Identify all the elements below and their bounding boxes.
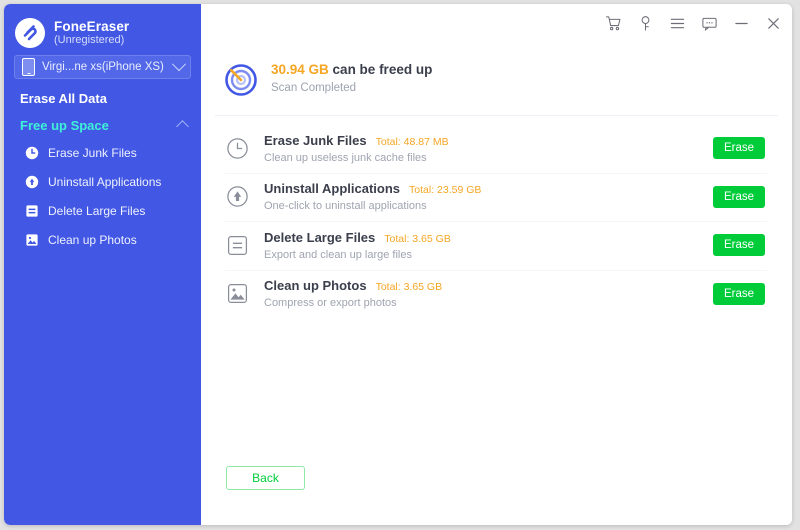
chevron-down-icon bbox=[171, 57, 187, 72]
clock-icon bbox=[25, 146, 39, 160]
device-selector-label: Virgi...ne xs(iPhone XS) bbox=[42, 61, 164, 73]
app-uninstall-icon bbox=[225, 185, 249, 209]
sidebar-item-label: Uninstall Applications bbox=[48, 174, 162, 189]
list-item-text: Uninstall Applications Total: 23.59 GB O… bbox=[264, 181, 713, 212]
list-item-description: Clean up useless junk cache files bbox=[264, 151, 427, 164]
menu-icon[interactable] bbox=[668, 14, 686, 32]
list-item-title: Uninstall Applications bbox=[264, 181, 401, 197]
sidebar-nav-list: Erase Junk Files Uninstall Applications bbox=[4, 138, 201, 254]
file-lines-icon bbox=[25, 204, 39, 218]
list-item-total: Total: 3.65 GB bbox=[375, 281, 443, 294]
list-item[interactable]: Clean up Photos Total: 3.65 GB Compress … bbox=[201, 269, 792, 319]
minimize-icon[interactable] bbox=[732, 14, 750, 32]
erase-button[interactable]: Erase bbox=[713, 137, 765, 160]
sidebar-item-erase-all-data[interactable]: Erase All Data bbox=[4, 86, 201, 110]
chevron-up-icon bbox=[176, 120, 189, 133]
device-selector[interactable]: Virgi...ne xs(iPhone XS) bbox=[14, 55, 191, 79]
list-item-title: Delete Large Files bbox=[264, 229, 376, 245]
list-item[interactable]: Uninstall Applications Total: 23.59 GB O… bbox=[201, 172, 792, 222]
erase-button[interactable]: Erase bbox=[713, 282, 765, 305]
list-item-title: Clean up Photos bbox=[264, 278, 367, 294]
clock-icon bbox=[225, 136, 249, 160]
brand-text: FoneEraser (Unregistered) bbox=[54, 19, 129, 47]
brand-registration-status: (Unregistered) bbox=[54, 34, 125, 47]
list-item-total: Total: 23.59 GB bbox=[409, 184, 482, 197]
close-icon[interactable] bbox=[764, 14, 782, 32]
list-item-text: Erase Junk Files Total: 48.87 MB Clean u… bbox=[264, 133, 713, 164]
list-item-title-line: Erase Junk Files Total: 48.87 MB bbox=[264, 133, 713, 148]
back-button[interactable]: Back bbox=[226, 466, 305, 490]
list-item-title-line: Delete Large Files Total: 3.65 GB bbox=[264, 230, 713, 245]
sidebar-item-delete-large-files[interactable]: Delete Large Files bbox=[4, 196, 201, 225]
list-item[interactable]: Erase Junk Files Total: 48.87 MB Clean u… bbox=[201, 124, 792, 173]
list-item-title-line: Clean up Photos Total: 3.65 GB bbox=[264, 278, 713, 293]
scan-headline: 30.94 GB can be freed up bbox=[271, 62, 432, 77]
erase-button[interactable]: Erase bbox=[713, 185, 765, 208]
list-item-title-line: Uninstall Applications Total: 23.59 GB bbox=[264, 181, 713, 196]
scan-headline-rest: can be freed up bbox=[328, 62, 433, 77]
main-content: 30.94 GB can be freed up Scan Completed bbox=[201, 4, 792, 525]
app-window: FoneEraser (Unregistered) Virgi...ne xs(… bbox=[4, 4, 792, 525]
list-item[interactable]: Delete Large Files Total: 3.65 GB Export… bbox=[201, 221, 792, 270]
sidebar-item-label: Erase Junk Files bbox=[48, 145, 137, 160]
scan-summary: 30.94 GB can be freed up Scan Completed bbox=[224, 61, 432, 97]
sidebar-item-label: Clean up Photos bbox=[48, 232, 137, 247]
cart-icon[interactable] bbox=[604, 14, 622, 32]
list-item-total: Total: 48.87 MB bbox=[375, 135, 449, 148]
cleanup-list: Erase Junk Files Total: 48.87 MB Clean u… bbox=[201, 124, 792, 318]
photo-icon bbox=[225, 282, 249, 306]
list-item-title: Erase Junk Files bbox=[264, 132, 367, 148]
header-divider bbox=[215, 115, 778, 116]
sidebar-item-erase-junk-files[interactable]: Erase Junk Files bbox=[4, 138, 201, 167]
file-lines-icon bbox=[225, 233, 249, 257]
titlebar-controls bbox=[604, 14, 782, 32]
sidebar-item-label: Delete Large Files bbox=[48, 203, 146, 218]
app-uninstall-icon bbox=[25, 175, 39, 189]
radar-scan-icon bbox=[224, 63, 258, 97]
feedback-icon[interactable] bbox=[700, 14, 718, 32]
scan-status: Scan Completed bbox=[271, 82, 357, 94]
photo-icon bbox=[25, 233, 39, 247]
list-item-description: Compress or export photos bbox=[264, 297, 397, 310]
erase-button[interactable]: Erase bbox=[713, 234, 765, 257]
list-item-text: Clean up Photos Total: 3.65 GB Compress … bbox=[264, 278, 713, 309]
sidebar-item-label: Erase All Data bbox=[20, 90, 107, 106]
screenshot-root: FoneEraser (Unregistered) Virgi...ne xs(… bbox=[0, 0, 800, 530]
sidebar-item-uninstall-applications[interactable]: Uninstall Applications bbox=[4, 167, 201, 196]
list-item-description: One-click to uninstall applications bbox=[264, 200, 427, 213]
sidebar-item-clean-up-photos[interactable]: Clean up Photos bbox=[4, 225, 201, 254]
sidebar: FoneEraser (Unregistered) Virgi...ne xs(… bbox=[4, 4, 201, 525]
brand: FoneEraser (Unregistered) bbox=[4, 4, 201, 52]
list-item-text: Delete Large Files Total: 3.65 GB Export… bbox=[264, 230, 713, 261]
sidebar-section-label: Free up Space bbox=[20, 117, 109, 133]
brand-name: FoneEraser bbox=[54, 18, 130, 34]
app-logo-icon bbox=[15, 18, 45, 48]
freeable-amount: 30.94 GB bbox=[271, 62, 329, 77]
key-icon[interactable] bbox=[636, 14, 654, 32]
list-item-total: Total: 3.65 GB bbox=[384, 232, 451, 245]
scan-summary-text: 30.94 GB can be freed up Scan Completed bbox=[271, 62, 432, 94]
list-item-description: Export and clean up large files bbox=[264, 248, 412, 261]
sidebar-section-free-up-space[interactable]: Free up Space bbox=[4, 114, 201, 136]
phone-icon bbox=[22, 58, 35, 76]
